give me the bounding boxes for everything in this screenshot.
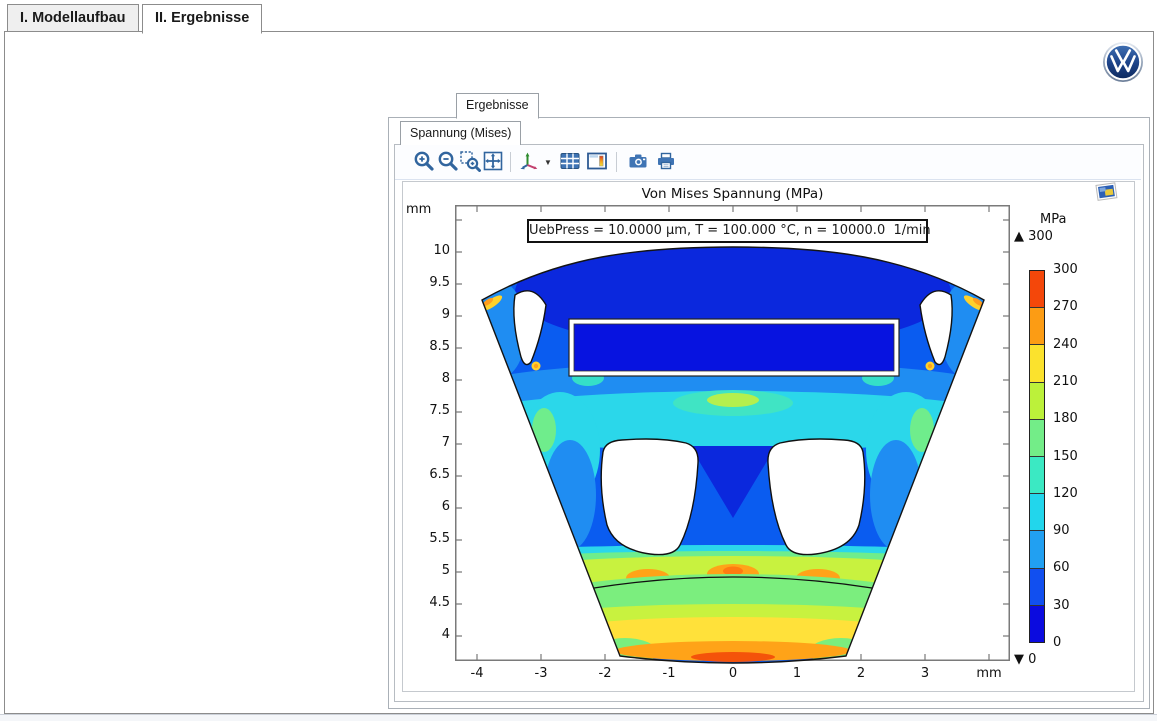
vw-logo xyxy=(1102,41,1144,83)
x-axis-unit: mm xyxy=(969,666,1009,681)
printer-icon xyxy=(655,150,677,172)
colorbar-segment xyxy=(1030,308,1044,345)
plot-annotation: UebPress = 10.0000 µm, T = 100.000 °C, n… xyxy=(527,219,928,243)
view-orientation-dropdown-caret[interactable]: ▼ xyxy=(544,158,552,167)
y-tick: 6.5 xyxy=(404,467,450,482)
tab-spannung-mises[interactable]: Spannung (Mises) xyxy=(400,121,521,147)
colorbar-tick: 30 xyxy=(1053,598,1095,613)
colorbar-segment xyxy=(1030,345,1044,382)
y-tick: 8.5 xyxy=(404,339,450,354)
colorbar-unit: MPa xyxy=(1040,212,1066,227)
colorbar-tick: 210 xyxy=(1053,374,1095,389)
x-tick: -2 xyxy=(585,666,625,681)
colorbar-segment xyxy=(1030,531,1044,568)
zoom-out-icon xyxy=(437,150,459,172)
y-tick: 4 xyxy=(404,627,450,642)
colorbar-segment xyxy=(1030,606,1044,642)
view-orientation-icon xyxy=(519,150,541,172)
tab-modellaufbau-label: I. Modellaufbau xyxy=(20,10,126,26)
colorbar-segment xyxy=(1030,494,1044,531)
y-tick: 10 xyxy=(404,243,450,258)
colorbar-tick: 180 xyxy=(1053,411,1095,426)
zoom-box-button[interactable] xyxy=(459,150,483,174)
colorbar-tick: 150 xyxy=(1053,449,1095,464)
tab-spannung-mises-label: Spannung (Mises) xyxy=(410,126,511,140)
colorbar-segment xyxy=(1030,457,1044,494)
print-button[interactable] xyxy=(655,150,679,174)
tab-ergebnisse-label: II. Ergebnisse xyxy=(155,10,249,26)
x-tick: -4 xyxy=(457,666,497,681)
y-tick: 5 xyxy=(404,563,450,578)
y-tick: 9 xyxy=(404,307,450,322)
zoom-extents-button[interactable] xyxy=(482,150,506,174)
tab-ergebnisse-plot-label: Ergebnisse xyxy=(466,98,529,112)
colorbar-segment xyxy=(1030,383,1044,420)
colorbar-tick: 0 xyxy=(1053,635,1095,650)
y-tick: 8 xyxy=(404,371,450,386)
snapshot-button[interactable] xyxy=(627,150,651,174)
y-tick: 7 xyxy=(404,435,450,450)
legend-icon xyxy=(586,150,608,172)
plot-image-icon[interactable] xyxy=(1094,181,1120,205)
y-tick: 4.5 xyxy=(404,595,450,610)
y-tick: 6 xyxy=(404,499,450,514)
zoom-in-button[interactable] xyxy=(413,150,437,174)
toolbar-separator xyxy=(616,152,617,172)
colorbar-over-label: ▲ 300 xyxy=(1014,229,1053,244)
colorbar-tick: 240 xyxy=(1053,337,1095,352)
colorbar-tick: 90 xyxy=(1053,523,1095,538)
x-tick: 2 xyxy=(841,666,881,681)
x-tick: 1 xyxy=(777,666,817,681)
y-tick: 7.5 xyxy=(404,403,450,418)
x-tick: -3 xyxy=(521,666,561,681)
tab-ergebnisse[interactable]: II. Ergebnisse xyxy=(142,4,262,34)
colorbar-tick: 270 xyxy=(1053,299,1095,314)
y-tick: 9.5 xyxy=(404,275,450,290)
zoom-in-icon xyxy=(413,150,435,172)
legend-toggle-button[interactable] xyxy=(586,150,610,174)
colorbar xyxy=(1029,270,1045,643)
view-orientation-button[interactable] xyxy=(519,150,543,174)
zoom-out-button[interactable] xyxy=(437,150,461,174)
mises-contour-plot xyxy=(403,181,1134,692)
colorbar-tick: 120 xyxy=(1053,486,1095,501)
y-tick: 5.5 xyxy=(404,531,450,546)
colorbar-segment xyxy=(1030,569,1044,606)
tab-ergebnisse-plot[interactable]: Ergebnisse xyxy=(456,93,539,119)
colorbar-segment xyxy=(1030,420,1044,457)
zoom-extents-icon xyxy=(482,150,504,172)
toolbar-separator xyxy=(510,152,511,172)
graphics-toolbar: ▼ xyxy=(395,145,1141,180)
colorbar-under-label: ▼ 0 xyxy=(1014,652,1036,667)
x-tick: 0 xyxy=(713,666,753,681)
y-axis-unit: mm xyxy=(406,202,431,217)
x-tick: -1 xyxy=(649,666,689,681)
camera-icon xyxy=(627,150,649,172)
zoom-box-icon xyxy=(459,150,481,172)
colorbar-tick: 60 xyxy=(1053,560,1095,575)
colorbar-segment xyxy=(1030,271,1044,308)
plot-title: Von Mises Spannung (MPa) xyxy=(455,186,1010,202)
tab-modellaufbau[interactable]: I. Modellaufbau xyxy=(7,4,139,32)
x-tick: 3 xyxy=(905,666,945,681)
colorbar-tick: 300 xyxy=(1053,262,1095,277)
grid-toggle-button[interactable] xyxy=(559,150,583,174)
grid-icon xyxy=(559,150,581,172)
